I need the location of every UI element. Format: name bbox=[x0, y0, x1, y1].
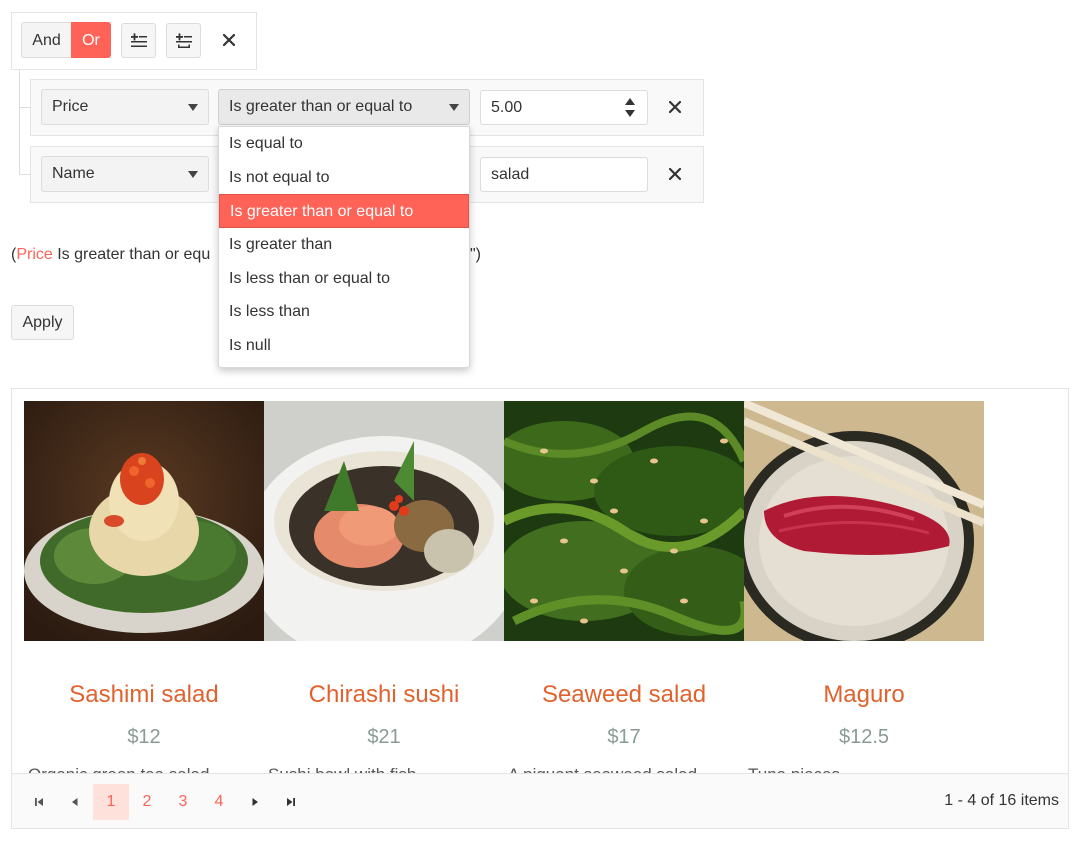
operator-option[interactable]: Is not equal to bbox=[219, 161, 469, 195]
value-text: salad bbox=[491, 165, 530, 183]
first-page-icon bbox=[35, 798, 43, 806]
add-group-button[interactable] bbox=[166, 23, 201, 58]
product-image bbox=[264, 401, 504, 641]
expression-field: Price bbox=[16, 246, 53, 263]
product-name: Sashimi salad bbox=[69, 681, 219, 708]
apply-button[interactable]: Apply bbox=[11, 305, 74, 340]
decrease-arrow-icon[interactable] bbox=[625, 110, 635, 117]
product-list-view: Sashimi salad $12 Organic green tea sala… bbox=[11, 388, 1069, 829]
close-icon bbox=[669, 101, 681, 113]
product-image bbox=[24, 401, 264, 641]
remove-expression-button[interactable] bbox=[660, 159, 690, 189]
product-price: $12 bbox=[127, 726, 161, 748]
operator-option-selected[interactable]: Is greater than or equal to bbox=[219, 194, 469, 228]
prev-page-button[interactable] bbox=[57, 784, 93, 820]
product-image bbox=[744, 401, 984, 641]
field-dropdown[interactable]: Name bbox=[41, 156, 209, 192]
field-dropdown[interactable]: Price bbox=[41, 89, 209, 125]
operator-dropdown-value: Is greater than or equal to bbox=[229, 98, 413, 115]
page-number[interactable]: 3 bbox=[165, 784, 201, 820]
pager: 1 2 3 4 1 - 4 of 16 items bbox=[12, 773, 1068, 828]
tree-connector bbox=[19, 70, 20, 174]
product-price: $17 bbox=[607, 726, 641, 748]
chevron-down-icon bbox=[188, 170, 198, 178]
product-price: $12.5 bbox=[838, 726, 890, 748]
add-expression-button[interactable] bbox=[121, 23, 156, 58]
page-number[interactable]: 4 bbox=[201, 784, 237, 820]
field-dropdown-value: Name bbox=[52, 165, 95, 182]
numeric-spinner[interactable] bbox=[613, 91, 647, 124]
remove-expression-button[interactable] bbox=[660, 92, 690, 122]
operator-option[interactable]: Is null bbox=[219, 329, 469, 363]
pager-info: 1 - 4 of 16 items bbox=[944, 792, 1059, 809]
increase-arrow-icon[interactable] bbox=[625, 98, 635, 105]
operator-option[interactable]: Is less than bbox=[219, 295, 469, 329]
filter-expression-preview-tail: ") bbox=[470, 246, 481, 264]
page-number-current[interactable]: 1 bbox=[93, 784, 129, 820]
close-icon bbox=[669, 168, 681, 180]
or-toggle-button[interactable]: Or bbox=[71, 22, 111, 58]
chevron-down-icon bbox=[449, 103, 459, 111]
field-dropdown-value: Price bbox=[52, 98, 89, 115]
add-group-icon bbox=[175, 32, 192, 48]
operator-dropdown[interactable]: Is greater than or equal to bbox=[218, 89, 470, 125]
operator-option[interactable]: Is equal to bbox=[219, 127, 469, 161]
first-page-button[interactable] bbox=[21, 784, 57, 820]
product-name: Maguro bbox=[823, 681, 905, 708]
product-price: $21 bbox=[367, 726, 401, 748]
and-toggle-button[interactable]: And bbox=[21, 22, 71, 58]
product-name: Seaweed salad bbox=[541, 681, 707, 708]
next-page-button[interactable] bbox=[237, 784, 273, 820]
operator-dropdown-list: Is equal to Is not equal to Is greater t… bbox=[218, 126, 470, 368]
chevron-down-icon bbox=[188, 103, 198, 111]
next-page-icon bbox=[252, 798, 258, 806]
last-page-icon bbox=[287, 798, 295, 806]
close-icon bbox=[223, 34, 235, 46]
filter-expression-preview: (Price Is greater than or equ bbox=[11, 246, 210, 264]
operator-option[interactable]: Is greater than bbox=[219, 228, 469, 262]
last-page-button[interactable] bbox=[273, 784, 309, 820]
page-number[interactable]: 2 bbox=[129, 784, 165, 820]
value-numeric-text: 5.00 bbox=[491, 98, 523, 116]
product-image bbox=[504, 401, 744, 641]
product-name: Chirashi sushi bbox=[308, 681, 460, 708]
remove-group-button[interactable] bbox=[214, 25, 244, 55]
value-text-input[interactable]: salad bbox=[480, 157, 648, 192]
expression-text: ") bbox=[470, 246, 482, 263]
value-numeric-input[interactable]: 5.00 bbox=[480, 90, 648, 125]
add-expression-icon bbox=[130, 32, 147, 47]
expression-text: Is greater than or equ bbox=[52, 246, 211, 263]
operator-option[interactable]: Is less than or equal to bbox=[219, 262, 469, 296]
prev-page-icon bbox=[72, 798, 78, 806]
